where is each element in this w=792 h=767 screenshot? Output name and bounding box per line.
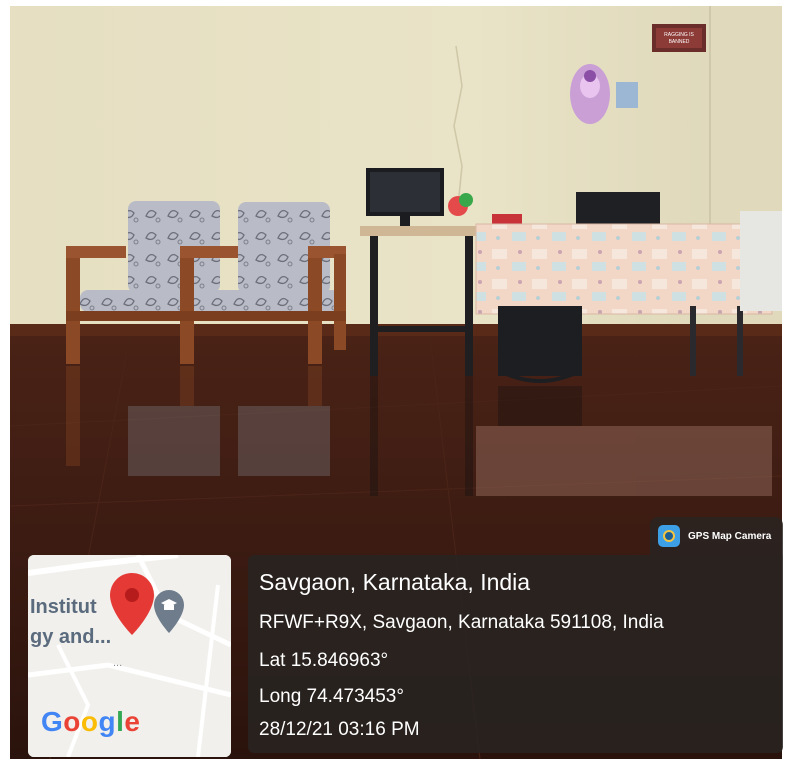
gps-map-camera-badge: GPS Map Camera	[650, 517, 783, 555]
location-title: Savgaon, Karnataka, India	[259, 569, 531, 595]
photo-frame: RAGGING IS BANNED GPS Map Camera Savgaon…	[0, 0, 792, 767]
location-address: RFWF+R9X, Savgaon, Karnataka 591108, Ind…	[259, 612, 664, 633]
location-info-panel: Savgaon, Karnataka, India RFWF+R9X, Savg…	[248, 555, 783, 753]
app-badge-label: GPS Map Camera	[688, 530, 772, 542]
svg-text:RAGGING IS: RAGGING IS	[664, 32, 694, 38]
map-poi-label-line1: Institut	[30, 596, 97, 618]
map-thumbnail: Institut gy and... ... Google	[28, 555, 231, 757]
google-logo-letter: e	[124, 706, 141, 737]
google-logo-letter: o	[80, 706, 99, 737]
google-logo-letter: l	[116, 706, 125, 737]
google-logo-letter: o	[63, 706, 81, 737]
location-longitude: Long 74.473453°	[259, 686, 404, 707]
location-latitude: Lat 15.846963°	[259, 650, 389, 671]
google-logo: Google	[41, 706, 140, 738]
gps-map-camera-icon	[658, 525, 680, 547]
google-logo-letter: g	[98, 706, 117, 737]
svg-text:BANNED: BANNED	[669, 39, 690, 45]
map-poi-label-line2: gy and...	[30, 626, 112, 648]
google-logo-letter: G	[41, 706, 64, 737]
map-dots: ...	[113, 657, 123, 669]
location-datetime: 28/12/21 03:16 PM	[259, 719, 420, 740]
